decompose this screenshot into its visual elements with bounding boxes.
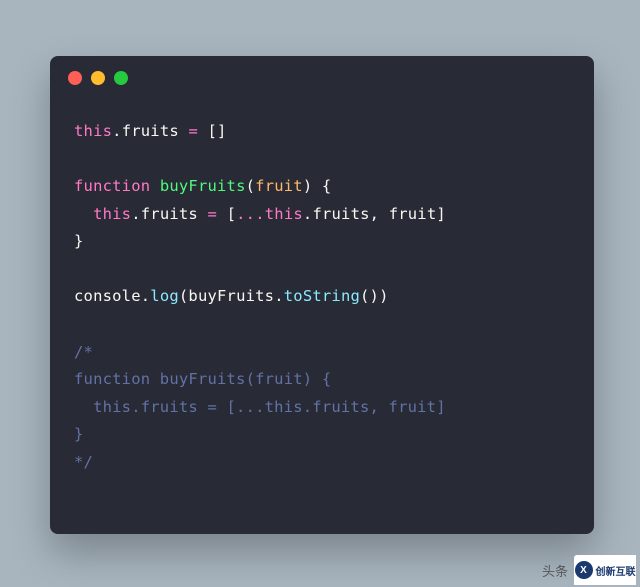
- code-block: this.fruits = [] function buyFruits(frui…: [50, 100, 594, 501]
- close-icon[interactable]: [68, 71, 82, 85]
- param: fruit: [255, 177, 303, 195]
- window-titlebar: [50, 56, 594, 100]
- code-window: this.fruits = [] function buyFruits(frui…: [50, 56, 594, 534]
- kw-function: function: [74, 177, 150, 195]
- fn-name: buyFruits: [160, 177, 246, 195]
- maximize-icon[interactable]: [114, 71, 128, 85]
- logo-label: 创新互联: [596, 563, 636, 578]
- logo-icon: X: [575, 561, 593, 579]
- watermark-logo: X 创新互联: [574, 555, 636, 585]
- kw-this: this: [74, 122, 112, 140]
- watermark-text: 头条: [542, 561, 568, 580]
- minimize-icon[interactable]: [91, 71, 105, 85]
- comment: /*: [74, 343, 93, 361]
